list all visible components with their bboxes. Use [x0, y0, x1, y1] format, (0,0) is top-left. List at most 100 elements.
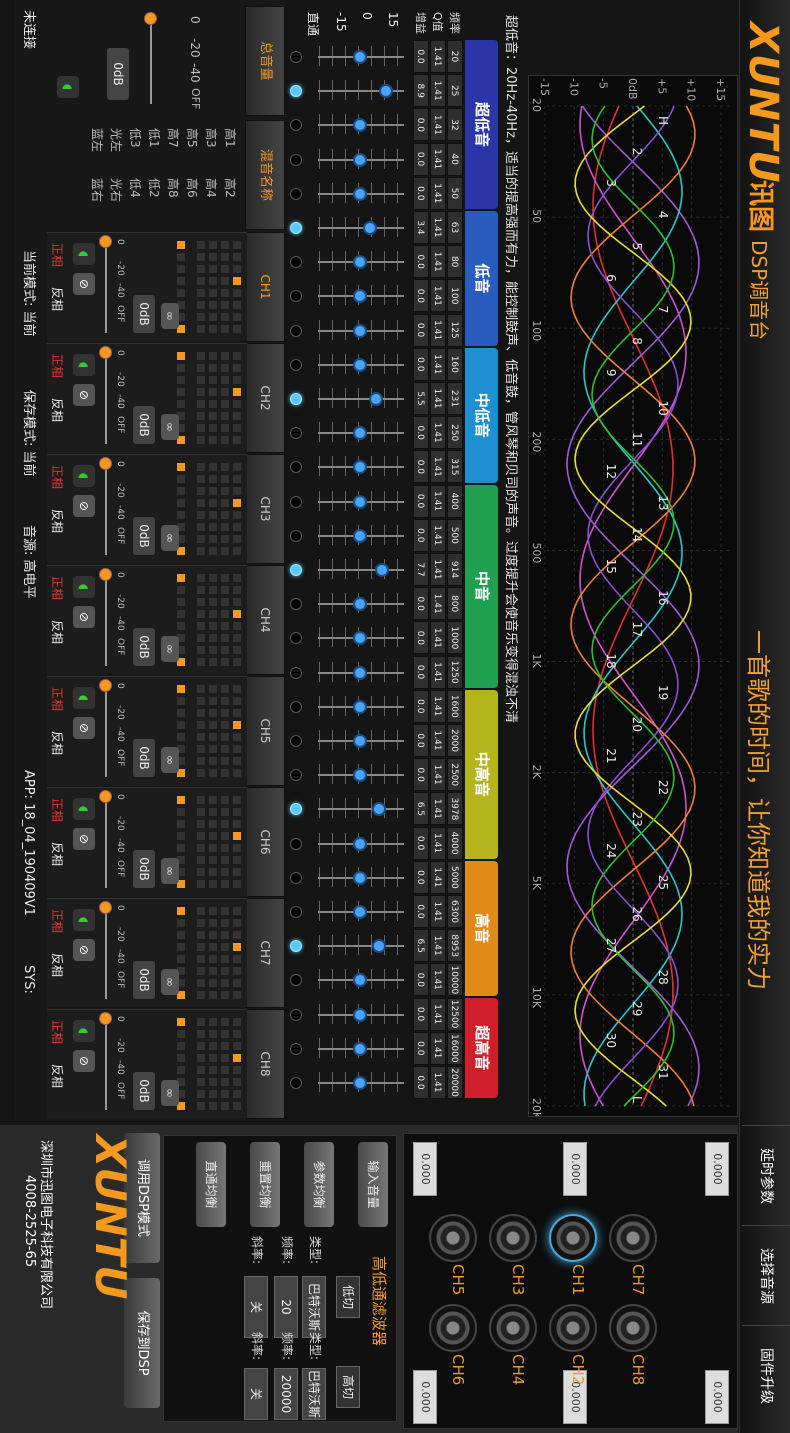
eq-bypass-dot[interactable] — [290, 495, 302, 508]
speaker-ch8[interactable] — [609, 1304, 657, 1352]
param-eq-button[interactable]: 参数均衡 — [304, 1142, 334, 1227]
routing-indicator[interactable] — [221, 931, 229, 939]
routing-indicator[interactable] — [221, 586, 229, 594]
eq-freq-cell[interactable]: 10000 — [447, 963, 463, 997]
eq-bypass-dot[interactable] — [290, 803, 302, 816]
channel-volume-thumb[interactable] — [99, 346, 112, 359]
routing-indicator[interactable] — [197, 745, 205, 753]
eq-freq-cell[interactable]: 20000 — [447, 1066, 463, 1099]
routing-indicator[interactable] — [233, 1066, 241, 1074]
eq-gain-cell[interactable]: 3.4 — [413, 211, 429, 244]
channel-header-ch2[interactable]: CH2 — [245, 343, 285, 453]
channel-header-ch7[interactable]: CH7 — [245, 898, 285, 1008]
routing-indicator[interactable] — [197, 733, 205, 741]
mixer-name-item[interactable]: 高1 — [222, 128, 239, 148]
eq-gain-cell[interactable]: 0.0 — [413, 758, 429, 792]
eq-gain-cell[interactable]: 0.0 — [413, 963, 429, 997]
routing-indicator[interactable] — [197, 253, 205, 261]
routing-indicator[interactable] — [209, 424, 217, 432]
routing-indicator[interactable] — [233, 991, 241, 999]
routing-indicator[interactable] — [177, 733, 185, 741]
routing-indicator[interactable] — [221, 769, 229, 777]
mixer-name-item[interactable]: 低2 — [146, 178, 163, 198]
routing-indicator[interactable] — [197, 1018, 205, 1026]
eq-band-marker[interactable]: 24 — [604, 843, 618, 858]
eq-band-marker[interactable]: 20 — [630, 717, 644, 732]
routing-indicator[interactable] — [177, 463, 185, 471]
routing-indicator[interactable] — [177, 289, 185, 297]
phase-normal-button[interactable]: 正相 — [47, 241, 67, 269]
routing-indicator[interactable] — [177, 487, 185, 495]
eq-gain-cell[interactable]: 6.5 — [413, 929, 429, 963]
routing-indicator[interactable] — [197, 535, 205, 543]
eq-q-cell[interactable]: 1.41 — [430, 313, 446, 347]
routing-indicator[interactable] — [209, 1078, 217, 1086]
eq-q-cell[interactable]: 1.41 — [430, 108, 446, 142]
eq-q-cell[interactable]: 1.41 — [430, 1066, 446, 1099]
routing-indicator[interactable] — [233, 499, 241, 507]
eq-bypass-dot[interactable] — [290, 769, 302, 782]
routing-indicator[interactable] — [221, 610, 229, 618]
routing-indicator[interactable] — [177, 475, 185, 483]
routing-indicator[interactable] — [197, 622, 205, 630]
eq-fader-thumb[interactable] — [353, 1076, 367, 1090]
routing-indicator[interactable] — [233, 697, 241, 705]
eq-gain-cell[interactable]: 7.7 — [413, 553, 429, 586]
channel-link-icon[interactable]: ∞ — [161, 303, 179, 329]
phase-inverse-button[interactable]: 反相 — [47, 618, 67, 646]
routing-indicator[interactable] — [177, 388, 185, 396]
routing-indicator[interactable] — [209, 1066, 217, 1074]
routing-indicator[interactable] — [221, 1042, 229, 1050]
routing-indicator[interactable] — [209, 733, 217, 741]
eq-freq-cell[interactable]: 12500 — [447, 997, 463, 1031]
eq-band-marker[interactable]: 13 — [656, 495, 670, 510]
low-cut-tab[interactable]: 低切 — [336, 1276, 360, 1318]
eq-band-marker[interactable]: 12 — [604, 464, 618, 479]
channel-link-icon[interactable]: ∞ — [161, 1080, 179, 1106]
routing-indicator[interactable] — [177, 808, 185, 816]
eq-bypass-dot[interactable] — [290, 906, 302, 918]
eq-gain-cell[interactable]: 0.0 — [413, 621, 429, 655]
routing-indicator[interactable] — [197, 499, 205, 507]
channel-link-icon[interactable]: ∞ — [161, 636, 179, 662]
channel-link-icon[interactable]: ∞ — [161, 858, 179, 884]
eq-bypass-dot[interactable] — [290, 529, 302, 542]
mixer-name-item[interactable]: 高4 — [203, 178, 220, 198]
routing-indicator[interactable] — [209, 808, 217, 816]
eq-q-cell[interactable]: 1.41 — [430, 518, 446, 552]
eq-band-marker[interactable]: 22 — [656, 780, 670, 795]
eq-fader-thumb[interactable] — [368, 392, 383, 406]
eq-freq-cell[interactable]: 2500 — [447, 758, 463, 792]
phase-inverse-button[interactable]: 反相 — [47, 951, 67, 979]
routing-indicator[interactable] — [177, 685, 185, 693]
routing-indicator[interactable] — [221, 979, 229, 987]
routing-indicator[interactable] — [233, 535, 241, 543]
routing-indicator[interactable] — [221, 412, 229, 420]
eq-band-marker[interactable]: 9 — [604, 369, 618, 377]
channel-speaker-icon[interactable]: ◖ — [73, 909, 95, 931]
eq-freq-cell[interactable]: 914 — [447, 553, 463, 586]
routing-indicator[interactable] — [177, 697, 185, 705]
eq-q-cell[interactable]: 1.41 — [430, 621, 446, 655]
mixer-name-item[interactable]: 低3 — [127, 128, 144, 148]
routing-indicator[interactable] — [209, 436, 217, 444]
eq-q-cell[interactable]: 1.41 — [430, 895, 446, 928]
routing-indicator[interactable] — [209, 388, 217, 396]
routing-indicator[interactable] — [221, 301, 229, 309]
eq-band-marker[interactable]: 4 — [656, 211, 670, 219]
routing-indicator[interactable] — [221, 598, 229, 606]
eq-gain-cell[interactable]: 0.0 — [413, 724, 429, 757]
eq-gain-cell[interactable]: 0.0 — [413, 450, 429, 484]
routing-indicator[interactable] — [209, 364, 217, 372]
routing-indicator[interactable] — [197, 721, 205, 729]
eq-q-cell[interactable]: 1.41 — [430, 74, 446, 108]
eq-gain-cell[interactable]: 0.0 — [413, 1066, 429, 1099]
routing-indicator[interactable] — [209, 844, 217, 852]
eq-fader-thumb[interactable] — [353, 768, 367, 783]
routing-indicator[interactable] — [177, 400, 185, 408]
routing-indicator[interactable] — [197, 1090, 205, 1098]
routing-indicator[interactable] — [209, 745, 217, 753]
routing-indicator[interactable] — [209, 634, 217, 642]
eq-q-cell[interactable]: 1.41 — [430, 929, 446, 963]
eq-fader-thumb[interactable] — [353, 699, 367, 714]
